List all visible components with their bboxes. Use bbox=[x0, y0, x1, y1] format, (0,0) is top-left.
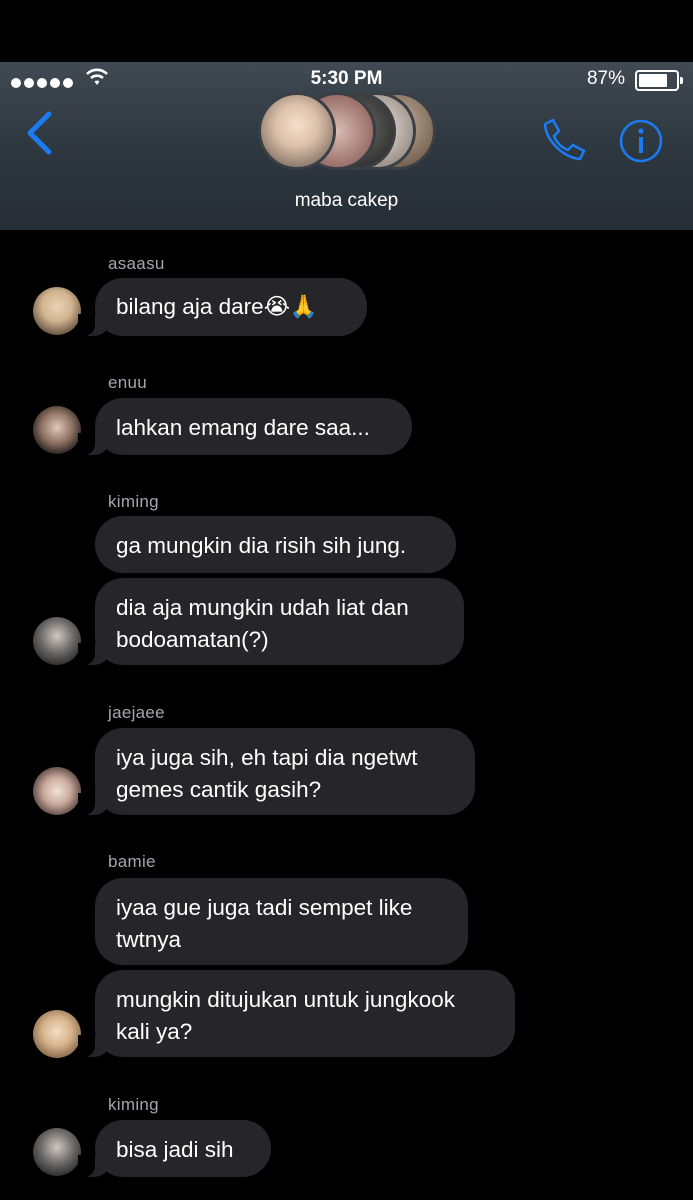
info-icon[interactable] bbox=[618, 118, 664, 164]
chevron-left-icon[interactable] bbox=[22, 110, 56, 156]
message-bubble[interactable]: mungkin ditujukan untuk jungkook kali ya… bbox=[78, 970, 515, 1057]
status-bar: 5:30 PM 87% bbox=[0, 66, 693, 91]
sender-name: jaejaee bbox=[108, 703, 165, 722]
sender-name: kiming bbox=[108, 492, 159, 511]
message-bubble[interactable]: ga mungkin dia risih sih jung. bbox=[95, 516, 456, 573]
group-name[interactable]: maba cakep bbox=[0, 190, 693, 212]
avatar[interactable] bbox=[33, 1010, 81, 1058]
message-bubble[interactable]: lahkan emang dare saa... bbox=[78, 398, 412, 455]
phone-icon[interactable] bbox=[540, 115, 588, 163]
avatar[interactable] bbox=[33, 1128, 81, 1176]
message-bubble[interactable]: iya juga sih, eh tapi dia ngetwt gemes c… bbox=[78, 728, 475, 815]
sender-name: enuu bbox=[108, 373, 148, 392]
avatar[interactable] bbox=[33, 767, 81, 815]
sender-name: kiming bbox=[108, 1095, 159, 1114]
battery-icon bbox=[635, 70, 683, 91]
battery-percent: 87% bbox=[586, 68, 625, 89]
message-bubble[interactable]: bisa jadi sih bbox=[78, 1120, 271, 1177]
avatar[interactable] bbox=[33, 617, 81, 665]
sender-name: bamie bbox=[108, 852, 156, 871]
group-avatars[interactable] bbox=[258, 92, 438, 176]
chat-header: 5:30 PM 87% maba cakep bbox=[0, 62, 693, 230]
message-bubble[interactable]: dia aja mungkin udah liat dan bodoamatan… bbox=[78, 578, 464, 665]
avatar[interactable] bbox=[33, 287, 81, 335]
avatar[interactable] bbox=[33, 406, 81, 454]
message-bubble[interactable]: iyaa gue juga tadi sempet like twtnya bbox=[95, 878, 468, 965]
sender-name: asaasu bbox=[108, 254, 165, 273]
message-bubble[interactable]: bilang aja dare😭🙏 bbox=[78, 278, 367, 336]
group-avatar-1 bbox=[258, 92, 336, 170]
top-black-bar bbox=[0, 0, 693, 62]
